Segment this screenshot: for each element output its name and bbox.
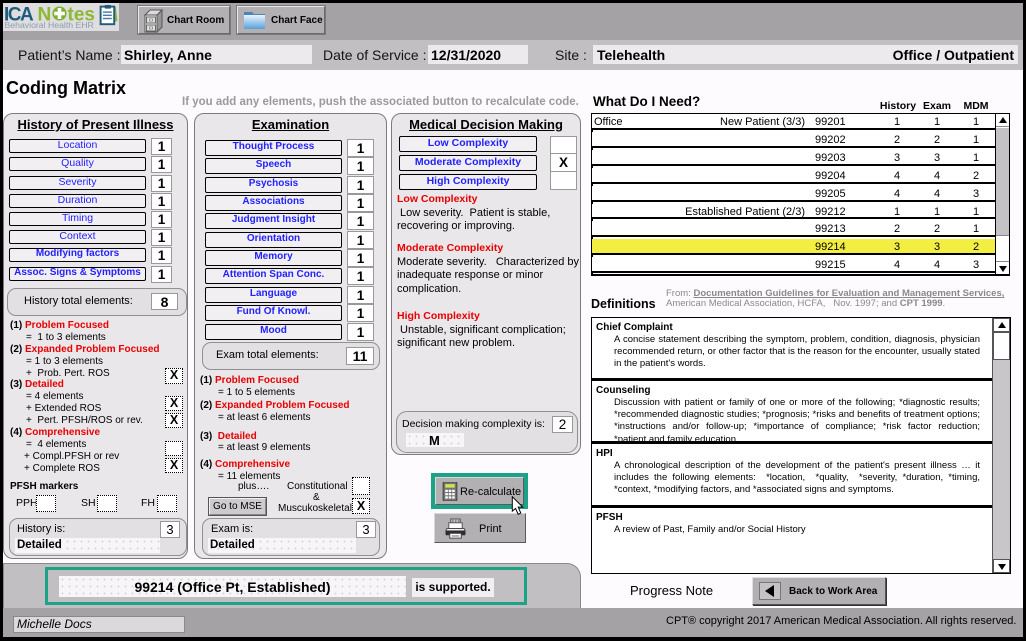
svg-text:Behavioral Health EHR: Behavioral Health EHR — [5, 20, 94, 30]
